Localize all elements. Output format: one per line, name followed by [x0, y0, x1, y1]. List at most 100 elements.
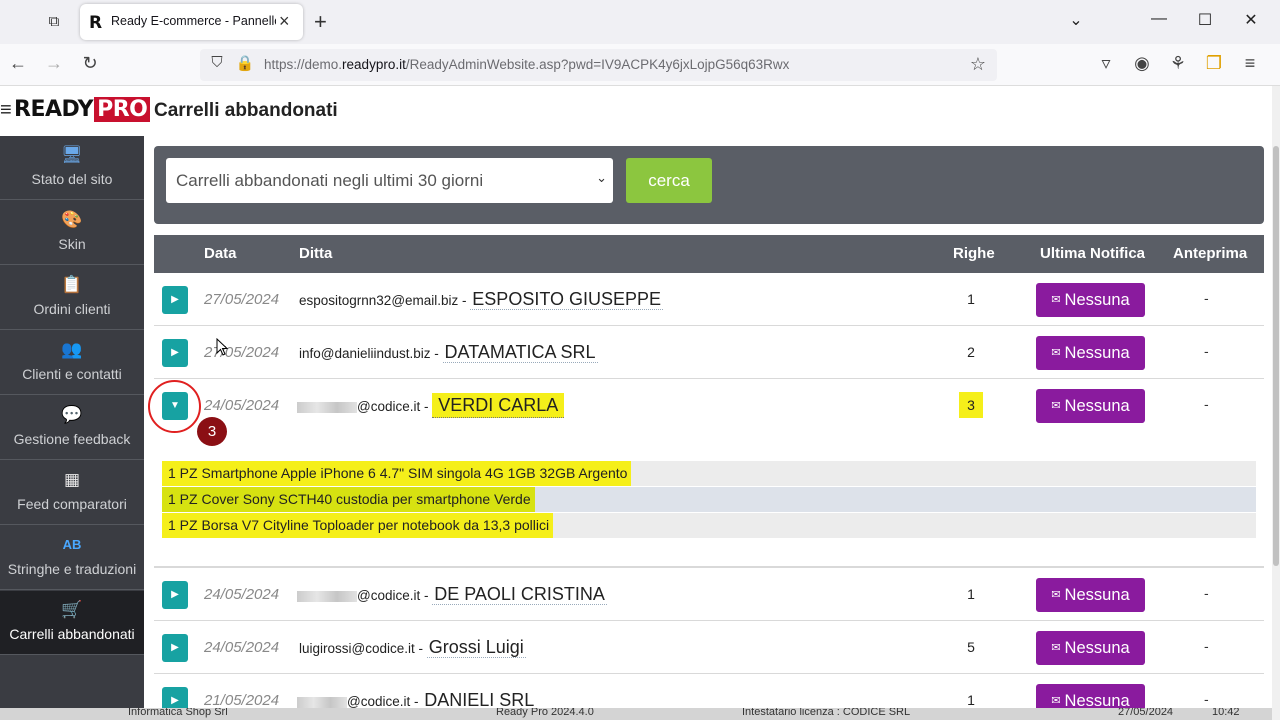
browser-tabbar: ⧉ R Ready E-commerce - Pannello amminist…: [0, 0, 1280, 44]
sidebar-item-label: Clienti e contatti: [22, 366, 122, 382]
close-tab-icon[interactable]: ×: [279, 11, 290, 32]
redacted-text: [297, 401, 357, 413]
search-button[interactable]: cerca: [626, 158, 712, 203]
bookmark-star-icon[interactable]: ☆: [966, 54, 990, 75]
company-link[interactable]: DATAMATICA SRL: [442, 342, 598, 363]
favicon-icon: R: [89, 13, 103, 33]
tab-title: Ready E-commerce - Pannello amministrazi…: [111, 14, 276, 28]
filter-bar: Carrelli abbandonati negli ultimi 30 gio…: [154, 146, 1264, 224]
notify-button[interactable]: ✉ Nessuna: [1036, 283, 1145, 317]
palette-icon: 🎨: [61, 210, 83, 229]
table-row: ▶ 24/05/2024 @codice.it - DE PAOLI CRIST…: [154, 568, 1264, 621]
maximize-icon[interactable]: ☐: [1190, 10, 1220, 30]
tab-list-icon[interactable]: ⧉: [42, 10, 66, 34]
header-righe[interactable]: Righe: [953, 245, 995, 262]
chevron-down-icon: ⌄: [596, 170, 607, 185]
header-ditta[interactable]: Ditta: [299, 245, 332, 262]
readypro-logo[interactable]: READY PRO: [14, 97, 151, 122]
expand-icon[interactable]: ▶: [162, 286, 188, 314]
step-badge: 3: [197, 417, 227, 446]
sidebar-item-skin[interactable]: 🎨 Skin: [0, 201, 144, 265]
minimize-icon[interactable]: —: [1144, 10, 1174, 28]
cart-icon: 🛒: [61, 600, 83, 619]
redacted-text: [297, 696, 347, 708]
sidebar-item-clienti[interactable]: 👥 Clienti e contatti: [0, 331, 144, 395]
sidebar-item-ordini[interactable]: 📋 Ordini clienti: [0, 266, 144, 330]
translate-icon: AB: [62, 537, 82, 552]
scrollbar-thumb[interactable]: [1273, 146, 1279, 566]
sidebar-item-label: Feed comparatori: [17, 496, 127, 512]
menu-icon[interactable]: ≡: [1238, 53, 1262, 74]
url-text: https://demo.readypro.it/ReadyAdminWebsi…: [264, 57, 790, 72]
new-tab-icon[interactable]: +: [314, 9, 327, 35]
feedback-bubble-icon: 💬: [61, 405, 83, 424]
back-icon[interactable]: ←: [6, 53, 30, 74]
company-link[interactable]: ESPOSITO GIUSEPPE: [470, 289, 664, 310]
page-title: Carrelli abbandonati: [154, 100, 338, 121]
sidebar-item-label: Stringhe e traduzioni: [7, 561, 137, 577]
sidebar-item-feedback[interactable]: 💬 Gestione feedback: [0, 396, 144, 460]
sidebar-item-stringhe[interactable]: AB Stringhe e traduzioni: [0, 526, 144, 590]
sidebar: 🖥 Stato del sito 🎨 Skin 📋 Ordini clienti…: [0, 136, 144, 720]
mail-icon: ✉: [1051, 695, 1061, 707]
expand-icon[interactable]: ▶: [162, 634, 188, 662]
pocket-icon[interactable]: ▿: [1094, 53, 1118, 74]
header-notifica[interactable]: Ultima Notifica: [1040, 245, 1145, 262]
table-row: ▼ 24/05/2024 @codice.it - VERDI CARLA 3 …: [154, 379, 1264, 432]
status-strip: Informatica Shop Srl Ready Pro 2024.4.0 …: [0, 708, 1272, 720]
company-link[interactable]: VERDI CARLA: [432, 393, 565, 418]
sidebar-item-stato-sito[interactable]: 🖥 Stato del sito: [0, 136, 144, 200]
hamburger-icon[interactable]: ≡: [0, 99, 12, 122]
sidebar-item-feed[interactable]: ▦ Feed comparatori: [0, 461, 144, 525]
list-item: 1 PZ Cover Sony SCTH40 custodia per smar…: [162, 486, 1256, 512]
list-all-tabs-icon[interactable]: ⌄: [1061, 10, 1091, 30]
cart-detail: 1 PZ Smartphone Apple iPhone 6 4.7" SIM …: [162, 460, 1256, 538]
period-select[interactable]: Carrelli abbandonati negli ultimi 30 gio…: [166, 158, 613, 203]
company-link[interactable]: DE PAOLI CRISTINA: [432, 584, 607, 605]
mail-icon: ✉: [1051, 642, 1061, 654]
extensions-icon[interactable]: ⚘: [1166, 53, 1190, 74]
monitor-icon: 🖥: [61, 145, 83, 164]
list-item: 1 PZ Smartphone Apple iPhone 6 4.7" SIM …: [162, 460, 1256, 486]
forward-icon[interactable]: →: [42, 53, 66, 74]
lock-icon[interactable]: 🔒: [233, 54, 257, 72]
notify-button[interactable]: ✉ Nessuna: [1036, 631, 1145, 665]
users-icon: 👥: [61, 340, 83, 359]
main-content: Carrelli abbandonati negli ultimi 30 gio…: [144, 136, 1272, 720]
mail-icon: ✉: [1051, 294, 1061, 306]
browser-navbar: ← → ↻ ⛉ 🔒 https://demo.readypro.it/Ready…: [0, 44, 1280, 86]
url-bar[interactable]: ⛉ 🔒 https://demo.readypro.it/ReadyAdminW…: [200, 49, 997, 81]
multi-account-icon[interactable]: ❐: [1202, 53, 1226, 74]
highlight-circle: [148, 380, 201, 433]
header-data[interactable]: Data: [204, 245, 237, 262]
notify-button[interactable]: ✉ Nessuna: [1036, 578, 1145, 612]
sidebar-item-label: Stato del sito: [31, 171, 113, 187]
shield-icon[interactable]: ⛉: [205, 54, 229, 71]
mail-icon: ✉: [1051, 589, 1061, 601]
reload-icon[interactable]: ↻: [78, 53, 102, 74]
scrollbar[interactable]: [1272, 86, 1280, 720]
mail-icon: ✉: [1051, 400, 1061, 412]
header-anteprima[interactable]: Anteprima: [1173, 245, 1247, 262]
clipboard-icon: 📋: [61, 275, 83, 294]
close-window-icon[interactable]: ✕: [1236, 10, 1266, 30]
account-icon[interactable]: ◉: [1130, 53, 1154, 74]
notify-button[interactable]: ✉ Nessuna: [1036, 336, 1145, 370]
table-row: ▶ 24/05/2024 luigirossi@codice.it - Gros…: [154, 621, 1264, 674]
grid-icon: ▦: [63, 470, 81, 489]
browser-tab[interactable]: R Ready E-commerce - Pannello amministra…: [80, 4, 303, 40]
app-header: ≡ READY PRO Carrelli abbandonati: [0, 86, 1272, 136]
expand-icon[interactable]: ▶: [162, 581, 188, 609]
company-link[interactable]: Grossi Luigi: [426, 637, 526, 658]
sidebar-item-label: Gestione feedback: [13, 431, 131, 447]
table-row: ▶ 27/05/2024 espositogrnn32@email.biz - …: [154, 273, 1264, 326]
sidebar-item-label: Ordini clienti: [33, 301, 111, 317]
mail-icon: ✉: [1051, 347, 1061, 359]
sidebar-item-label: Skin: [58, 236, 86, 252]
table-header: Data Ditta Righe Ultima Notifica Antepri…: [154, 235, 1264, 273]
table-row: ▶ 27/05/2024 info@danieliindust.biz - DA…: [154, 326, 1264, 379]
sidebar-item-carrelli[interactable]: 🛒 Carrelli abbandonati: [0, 591, 144, 655]
expand-icon[interactable]: ▶: [162, 339, 188, 367]
notify-button[interactable]: ✉ Nessuna: [1036, 389, 1145, 423]
redacted-text: [297, 590, 357, 602]
